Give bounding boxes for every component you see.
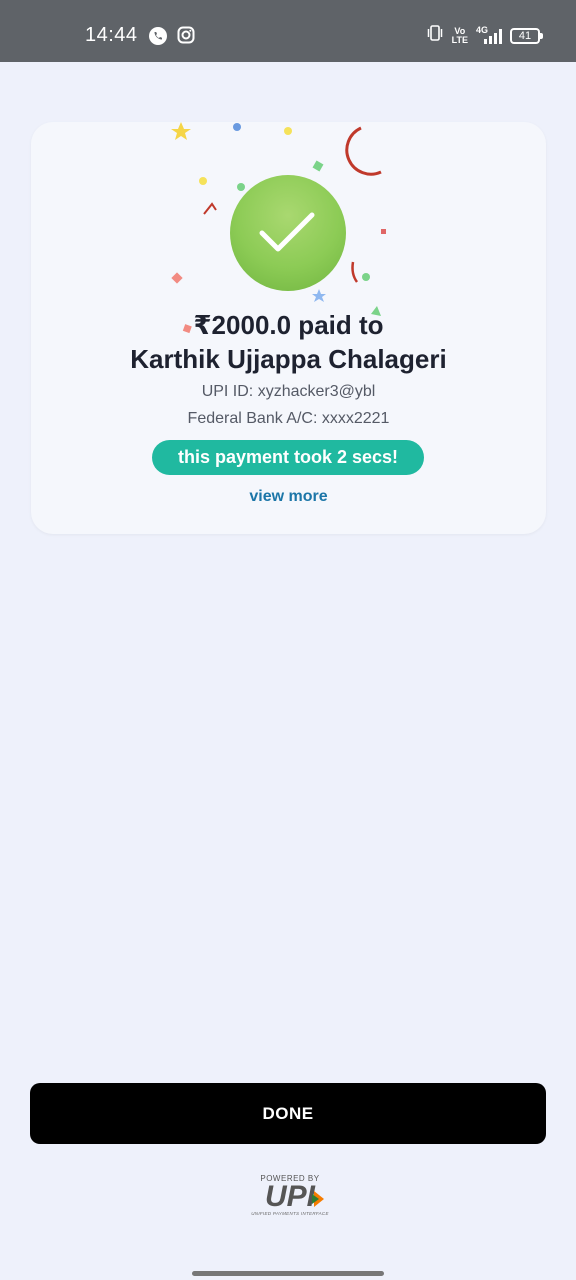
instagram-icon bbox=[177, 26, 195, 51]
signal-icon: 4G bbox=[476, 25, 502, 45]
success-check-circle bbox=[230, 175, 346, 291]
status-bar: 14:44 Vo LTE 4G 41 bbox=[0, 0, 576, 62]
payment-speed-badge: this payment took 2 secs! bbox=[152, 440, 424, 475]
battery-indicator: 41 bbox=[510, 27, 543, 44]
upi-logo-mark: UPI bbox=[240, 1180, 340, 1214]
vibrate-icon bbox=[426, 24, 444, 47]
home-indicator[interactable] bbox=[192, 1271, 384, 1276]
status-time: 14:44 bbox=[85, 24, 138, 46]
payee-name: Karthik Ujjappa Chalageri bbox=[130, 344, 447, 374]
payment-success-card: ₹2000.0 paid to Karthik Ujjappa Chalager… bbox=[31, 122, 546, 534]
whatsapp-icon bbox=[148, 26, 168, 51]
bank-account-line: Federal Bank A/C: xxxx2221 bbox=[187, 410, 390, 427]
done-button[interactable]: DONE bbox=[30, 1083, 546, 1144]
view-more-link[interactable]: view more bbox=[31, 488, 546, 506]
upi-arrow-icon bbox=[312, 1189, 326, 1214]
payee-upi-id: UPI ID: xyzhacker3@ybl bbox=[201, 383, 376, 400]
status-left-icons bbox=[148, 26, 195, 51]
status-right-icons: Vo LTE 4G 41 bbox=[426, 24, 543, 47]
paid-amount-heading: ₹2000.0 paid to bbox=[193, 310, 384, 340]
volte-icon: Vo LTE bbox=[451, 25, 468, 45]
upi-logo: POWERED BY UPI UNIFIED PAYMENTS INTERFAC… bbox=[240, 1174, 340, 1224]
upi-logo-text: UPI bbox=[264, 1180, 315, 1213]
